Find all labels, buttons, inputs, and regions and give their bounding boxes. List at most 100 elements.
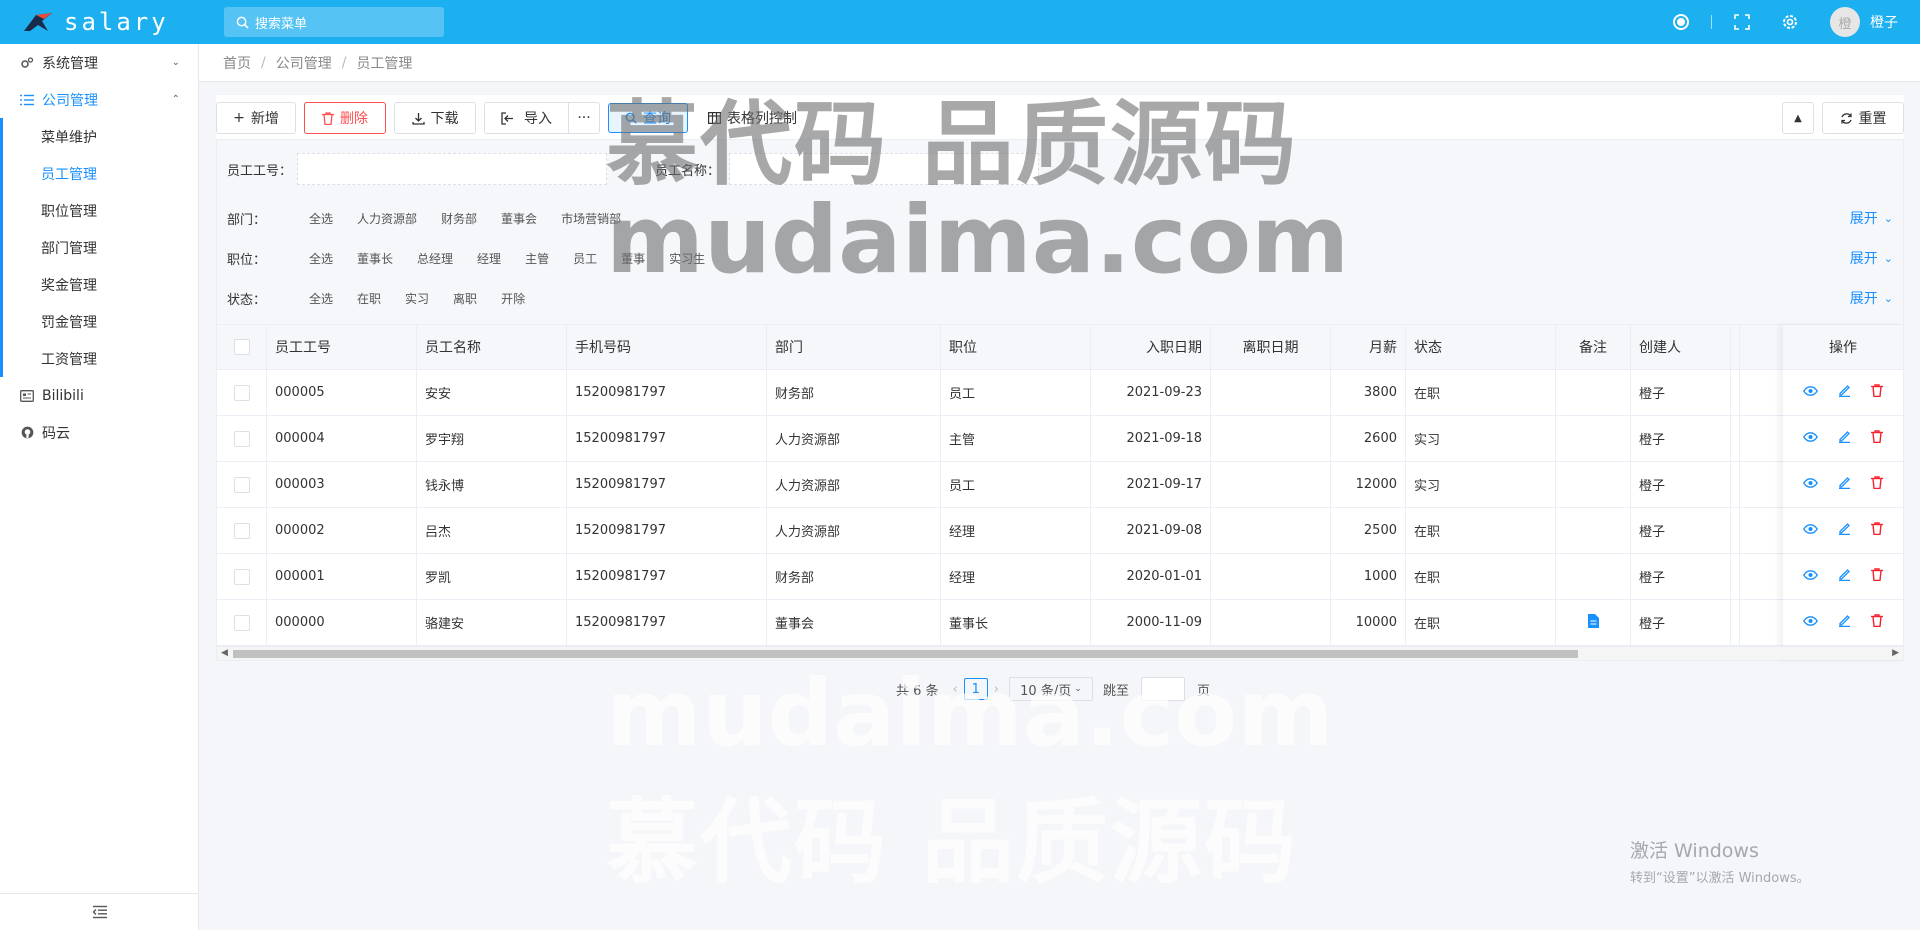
file-icon[interactable]: [1587, 613, 1599, 632]
row-checkbox[interactable]: [233, 614, 250, 631]
sidebar-subitem-positions[interactable]: 职位管理: [3, 192, 198, 229]
edit-pencil-icon[interactable]: [1838, 476, 1851, 493]
column-header[interactable]: 备注: [1556, 325, 1631, 369]
sidebar-item-gitee[interactable]: 码云: [0, 414, 198, 451]
breadcrumb-company[interactable]: 公司管理: [276, 53, 332, 73]
column-header[interactable]: [1731, 325, 1740, 369]
add-button[interactable]: + 新增: [216, 102, 296, 134]
pos-option[interactable]: 董事长: [357, 250, 393, 267]
edit-pencil-icon[interactable]: [1838, 384, 1851, 401]
pos-option[interactable]: 全选: [309, 250, 333, 267]
avatar[interactable]: 橙: [1830, 7, 1860, 37]
delete-button[interactable]: 删除: [304, 102, 386, 134]
column-header[interactable]: 员工名称: [417, 325, 567, 369]
table-row[interactable]: 000002 吕杰 15200981797 人力资源部 经理 2021-09-08 2500…: [217, 508, 1903, 554]
delete-trash-icon[interactable]: [1871, 384, 1883, 401]
cell-pos: 主管: [941, 416, 1091, 461]
scroll-right-icon[interactable]: ▶: [1892, 648, 1899, 658]
column-header[interactable]: 手机号码: [567, 325, 767, 369]
status-option[interactable]: 实习: [405, 290, 429, 307]
emp-no-input[interactable]: [297, 153, 607, 185]
dept-option[interactable]: 财务部: [441, 210, 477, 227]
sidebar-subitem-fines[interactable]: 罚金管理: [3, 303, 198, 340]
view-eye-icon[interactable]: [1803, 477, 1818, 492]
menu-search-input[interactable]: 搜索菜单: [224, 7, 444, 37]
import-button[interactable]: 导入: [485, 103, 569, 133]
more-button[interactable]: ···: [569, 103, 599, 133]
row-checkbox[interactable]: [233, 384, 250, 401]
scroll-left-icon[interactable]: ◀: [221, 648, 228, 658]
cell-leave: [1211, 600, 1331, 645]
sidebar-item-company[interactable]: 公司管理 ⌃: [0, 81, 198, 118]
pos-option[interactable]: 员工: [573, 250, 597, 267]
dept-expand-button[interactable]: 展开 ⌄: [1850, 208, 1893, 228]
row-checkbox[interactable]: [233, 522, 250, 539]
edit-pencil-icon[interactable]: [1838, 430, 1851, 447]
column-header[interactable]: 月薪: [1331, 325, 1406, 369]
table-row[interactable]: 000000 骆建安 15200981797 董事会 董事长 2000-11-09 1000…: [217, 600, 1903, 646]
column-header[interactable]: 部门: [767, 325, 941, 369]
edit-pencil-icon[interactable]: [1838, 522, 1851, 539]
status-option[interactable]: 开除: [501, 290, 525, 307]
table-row[interactable]: 000005 安安 15200981797 财务部 员工 2021-09-23 3800 在职…: [217, 370, 1903, 416]
horizontal-scrollbar[interactable]: ◀ ▶: [217, 646, 1903, 660]
collapse-sidebar-button[interactable]: [0, 893, 199, 930]
column-header[interactable]: 状态: [1406, 325, 1556, 369]
status-option[interactable]: 在职: [357, 290, 381, 307]
pos-option[interactable]: 经理: [477, 250, 501, 267]
dept-option[interactable]: 人力资源部: [357, 210, 417, 227]
user-name[interactable]: 橙子: [1870, 12, 1898, 32]
download-button[interactable]: 下载: [394, 102, 476, 134]
scrollbar-thumb[interactable]: [233, 650, 1578, 658]
delete-trash-icon[interactable]: [1871, 522, 1883, 539]
reset-button[interactable]: 重置: [1822, 102, 1904, 134]
windows-activation-notice: 激活 Windows 转到“设置”以激活 Windows。: [1630, 836, 1810, 886]
pos-option[interactable]: 主管: [525, 250, 549, 267]
pos-option[interactable]: 总经理: [417, 250, 453, 267]
view-eye-icon[interactable]: [1803, 569, 1818, 584]
app-logo[interactable]: salary: [0, 0, 199, 44]
view-eye-icon[interactable]: [1803, 523, 1818, 538]
sidebar-subitem-menu[interactable]: 菜单维护: [3, 118, 198, 155]
delete-trash-icon[interactable]: [1871, 614, 1883, 631]
row-checkbox[interactable]: [233, 476, 250, 493]
sidebar-subitem-employees[interactable]: 员工管理: [3, 155, 198, 192]
dept-option[interactable]: 全选: [309, 210, 333, 227]
delete-trash-icon[interactable]: [1871, 476, 1883, 493]
sidebar-subitem-departments[interactable]: 部门管理: [3, 229, 198, 266]
breadcrumb-home[interactable]: 首页: [223, 53, 251, 73]
column-header[interactable]: 入职日期: [1091, 325, 1211, 369]
row-checkbox[interactable]: [233, 430, 250, 447]
sidebar-subitem-bonus[interactable]: 奖金管理: [3, 266, 198, 303]
table-row[interactable]: 000004 罗宇翔 15200981797 人力资源部 主管 2021-09-18 260…: [217, 416, 1903, 462]
sidebar-item-system[interactable]: 系统管理 ⌄: [0, 44, 198, 81]
delete-trash-icon[interactable]: [1871, 568, 1883, 585]
sidebar-item-bilibili[interactable]: Bilibili: [0, 377, 198, 414]
view-eye-icon[interactable]: [1803, 385, 1818, 400]
table-row[interactable]: 000001 罗凯 15200981797 财务部 经理 2020-01-01 1000 在职…: [217, 554, 1903, 600]
edit-pencil-icon[interactable]: [1838, 568, 1851, 585]
status-expand-button[interactable]: 展开 ⌄: [1850, 288, 1893, 308]
table-row[interactable]: 000003 钱永博 15200981797 人力资源部 员工 2021-09-17 120…: [217, 462, 1903, 508]
delete-trash-icon[interactable]: [1871, 430, 1883, 447]
sidebar-subitem-salary[interactable]: 工资管理: [3, 340, 198, 377]
pos-expand-button[interactable]: 展开 ⌄: [1850, 248, 1893, 268]
status-option[interactable]: 离职: [453, 290, 477, 307]
select-all-checkbox[interactable]: [233, 339, 250, 355]
row-checkbox[interactable]: [233, 568, 250, 585]
fullscreen-icon[interactable]: [1732, 12, 1752, 32]
view-eye-icon[interactable]: [1803, 615, 1818, 630]
theme-icon[interactable]: [1671, 12, 1691, 32]
column-header[interactable]: 员工工号: [267, 325, 417, 369]
dept-option[interactable]: 董事会: [501, 210, 537, 227]
edit-pencil-icon[interactable]: [1838, 614, 1851, 631]
row-checkbox-cell: [217, 416, 267, 461]
column-header[interactable]: 职位: [941, 325, 1091, 369]
cell-dept: 人力资源部: [767, 416, 941, 461]
status-option[interactable]: 全选: [309, 290, 333, 307]
view-eye-icon[interactable]: [1803, 431, 1818, 446]
settings-gear-icon[interactable]: [1780, 12, 1800, 32]
column-header[interactable]: 创建人: [1631, 325, 1731, 369]
collapse-filter-button[interactable]: ▲: [1782, 102, 1814, 134]
column-header[interactable]: 离职日期: [1211, 325, 1331, 369]
